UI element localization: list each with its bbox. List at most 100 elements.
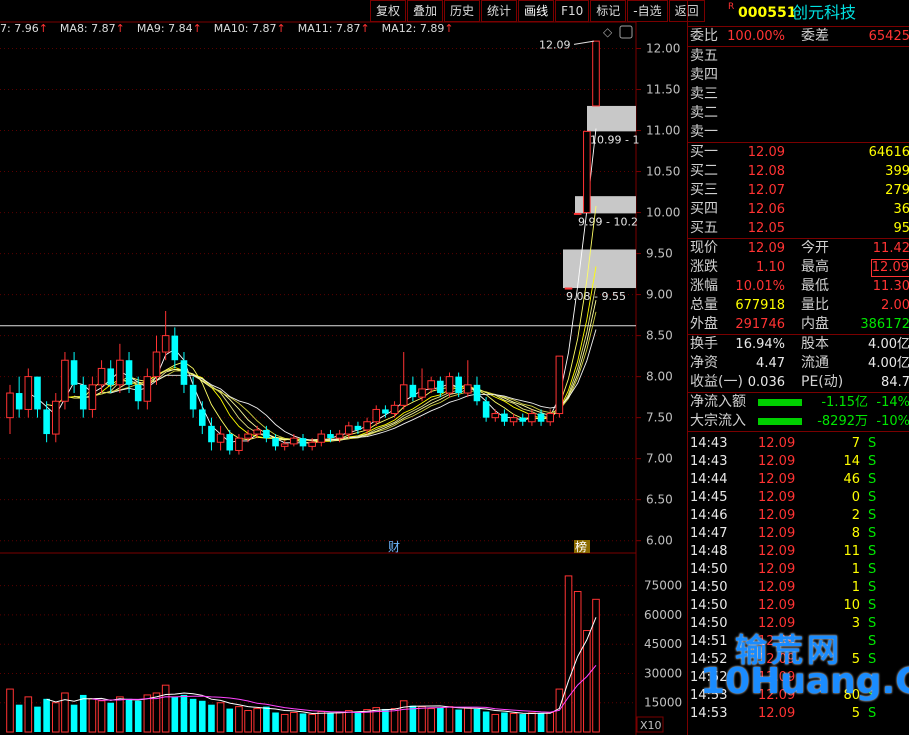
- candle-body: [344, 425, 353, 435]
- toolbar-button-1[interactable]: 叠加: [407, 0, 444, 22]
- toolbar-button-7[interactable]: -自选: [627, 0, 668, 22]
- stat-label: 股本: [801, 336, 829, 352]
- buy-level-price: 12.07: [747, 183, 785, 198]
- flow-row: 大宗流入 -8292万 -10%: [688, 412, 909, 431]
- volume-bar: [171, 696, 179, 732]
- tick-price: 12.09: [758, 436, 796, 451]
- volume-bar: [437, 707, 444, 732]
- volume-bar: [299, 713, 307, 732]
- candle-body: [152, 351, 161, 378]
- candle-body: [327, 434, 334, 439]
- volume-bar: [79, 694, 87, 732]
- tick-side: S: [868, 490, 877, 505]
- tick-time: 14:50: [690, 562, 728, 577]
- price-tick-label: 8.50: [646, 329, 673, 343]
- toolbar-button-5[interactable]: F10: [555, 0, 590, 22]
- quote-row: 涨跌 1.10 最高 12.09: [688, 258, 909, 277]
- quote-value: 386172: [860, 317, 909, 332]
- high-marker-label: 12.09: [539, 38, 571, 51]
- buy-book: 买一 12.09 64616 买二 12.08 399 买三 12.07 279 买四 12.06 3…: [688, 142, 909, 238]
- flow-bar: [758, 418, 802, 425]
- tick-time: 14:50: [690, 598, 728, 613]
- volume-bar: [34, 706, 41, 732]
- candle-body: [372, 408, 381, 423]
- buy-level-row: 买二 12.08 399: [688, 162, 909, 181]
- volume-bar: [116, 696, 124, 733]
- volume-bar: [15, 704, 23, 732]
- volume-bar: [143, 694, 152, 733]
- sell-level-label: 卖五: [690, 48, 718, 64]
- candle-body: [473, 384, 481, 402]
- volume-bar: [390, 708, 399, 733]
- ma-legend-item: MA8: 7.87↑: [60, 22, 125, 35]
- stat-label: 净资: [690, 355, 718, 371]
- ma-legend: 7: 7.96↑ MA8: 7.87↑ MA9: 7.84↑ MA10: 7.87↑ M…: [0, 22, 466, 38]
- volume-bar: [427, 708, 435, 733]
- volume-bar: [455, 709, 462, 732]
- buy-level-label: 买一: [690, 144, 718, 160]
- tick-side: S: [868, 472, 877, 487]
- kline-chart[interactable]: 12.00 11.50 11.00 10.50 10.00 9.50 9.00 8.50 8.0…: [0, 0, 687, 735]
- quote-value: 10.01%: [735, 279, 785, 294]
- buy-level-row: 买三 12.07 279: [688, 181, 909, 200]
- toolbar-button-0[interactable]: 复权: [370, 0, 407, 22]
- tick-price: 12.09: [758, 562, 796, 577]
- candle-body: [382, 409, 389, 414]
- volume-bar: [235, 706, 243, 733]
- tick-volume: 5: [851, 706, 860, 721]
- candle-body: [34, 376, 41, 410]
- stat-label: 流通: [801, 355, 829, 371]
- tick-row: 14:46 12.09 2 S: [688, 507, 909, 525]
- toolbar-button-3[interactable]: 统计: [481, 0, 518, 22]
- candle-body: [253, 429, 262, 435]
- sell-level-label: 卖一: [690, 124, 718, 140]
- moving-average-line: [28, 128, 597, 444]
- toolbar-button-4[interactable]: 画线: [518, 0, 555, 22]
- sell-level-label: 卖二: [690, 105, 718, 121]
- tick-side: S: [868, 454, 877, 469]
- flow-block: 净流入额 -1.15亿 -14% 大宗流入 -8292万 -10%: [688, 392, 909, 431]
- quote-label: 外盘: [690, 316, 718, 332]
- candle-body: [317, 433, 326, 443]
- tick-time: 14:51: [690, 634, 728, 649]
- flow-value: -1.15亿: [821, 395, 868, 410]
- tick-price: 12.09: [758, 652, 796, 667]
- candle-body: [244, 433, 252, 439]
- tick-price: 12.09: [758, 490, 796, 505]
- flow-pct: -14%: [876, 395, 909, 410]
- up-arrow-icon: ↑: [192, 22, 202, 35]
- volume-bar: [491, 713, 500, 733]
- buy-level-price: 12.08: [747, 164, 785, 179]
- tick-side: S: [868, 508, 877, 523]
- buy-level-label: 买二: [690, 163, 718, 179]
- diamond-icon: ◇: [603, 25, 613, 39]
- candle-body: [226, 434, 234, 451]
- price-tick-label: 7.50: [646, 411, 673, 425]
- tick-price: 12.09: [758, 580, 796, 595]
- tick-list[interactable]: 14:43 12.09 7 S 14:43 12.09 14 S 14:44 12.09 46 S 14…: [688, 431, 909, 723]
- candle-body: [501, 413, 508, 422]
- candle-body: [455, 376, 462, 394]
- candle-body: [24, 376, 33, 410]
- weibi-value: 100.00%: [727, 29, 785, 44]
- candle-body: [161, 335, 170, 353]
- buy-level-volume: 64616: [868, 145, 909, 160]
- toolbar-button-2[interactable]: 历史: [444, 0, 481, 22]
- price-tick-label: 7.00: [646, 452, 673, 466]
- candle-body: [97, 367, 106, 386]
- sell-level-row: 卖一: [688, 123, 909, 142]
- quote-panel: R 000551 创元科技 委比 100.00% 委差 65425 卖五 卖四 卖三…: [687, 0, 909, 735]
- volume-bar: [253, 708, 262, 733]
- candle-body: [107, 368, 115, 385]
- price-tick-label: 6.00: [646, 534, 673, 548]
- candle-body: [427, 380, 435, 390]
- toolbar-button-6[interactable]: 标记: [590, 0, 627, 22]
- stat-label: 收益(一): [690, 374, 743, 390]
- quote-label: 涨跌: [690, 259, 718, 275]
- tick-row: 14:43 12.09 14 S: [688, 453, 909, 471]
- up-arrow-icon: ↑: [276, 22, 286, 35]
- buy-level-price: 12.05: [747, 221, 785, 236]
- tick-time: 14:50: [690, 580, 728, 595]
- ma-legend-label: MA12: 7.89: [381, 22, 445, 35]
- ma-legend-label: MA9: 7.84: [136, 22, 193, 35]
